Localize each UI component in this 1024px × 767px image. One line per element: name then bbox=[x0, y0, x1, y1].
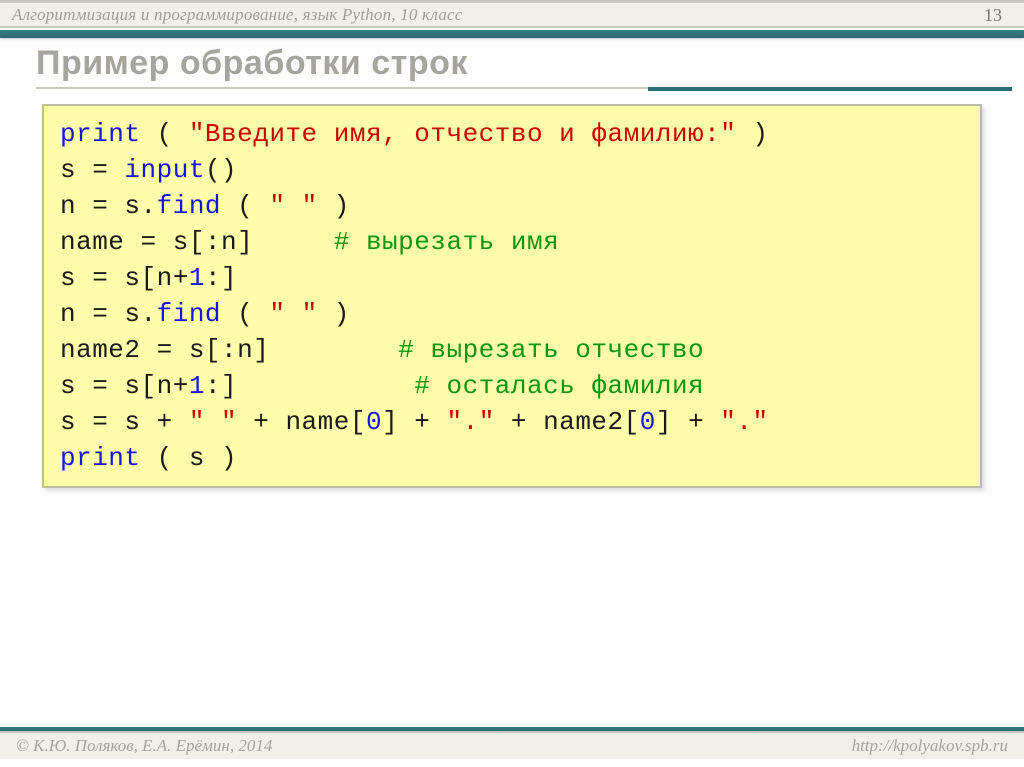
str-literal: "Введите имя, отчество и фамилию:" bbox=[189, 119, 737, 149]
code-text: + name[ bbox=[237, 407, 366, 437]
code-text: s = s[n+ bbox=[60, 371, 189, 401]
str-literal: " " bbox=[189, 407, 237, 437]
code-text: ) bbox=[318, 191, 350, 221]
code-text: n = s. bbox=[60, 299, 157, 329]
decoration-teal-bar bbox=[0, 30, 1024, 38]
num-literal: 1 bbox=[189, 263, 205, 293]
code-text: n = s. bbox=[60, 191, 157, 221]
code-text: ] + bbox=[382, 407, 446, 437]
num-literal: 0 bbox=[366, 407, 382, 437]
code-text: ) bbox=[736, 119, 768, 149]
code-text: s = s[n+ bbox=[60, 263, 189, 293]
kw-print: print bbox=[60, 443, 141, 473]
kw-input: input bbox=[124, 155, 205, 185]
title-block: Пример обработки строк bbox=[36, 44, 1004, 83]
title-underline-bold bbox=[648, 87, 1012, 91]
code-text: () bbox=[205, 155, 237, 185]
code-text: ( bbox=[221, 299, 269, 329]
code-text: ( bbox=[141, 443, 189, 473]
footer-copyright: © К.Ю. Поляков, Е.А. Ерёмин, 2014 bbox=[16, 736, 272, 756]
comment: # осталась фамилия bbox=[414, 371, 704, 401]
code-text: :] bbox=[205, 371, 237, 401]
code-text: + name2[ bbox=[495, 407, 640, 437]
code-text: ) bbox=[318, 299, 350, 329]
code-text: :] bbox=[205, 263, 237, 293]
fn-find: find bbox=[157, 191, 221, 221]
code-text: name = s[:n] bbox=[60, 227, 253, 257]
course-title: Алгоритмизация и программирование, язык … bbox=[12, 5, 463, 25]
comment: # вырезать отчество bbox=[398, 335, 704, 365]
slide-footer: © К.Ю. Поляков, Е.А. Ерёмин, 2014 http:/… bbox=[0, 731, 1024, 759]
kw-print: print bbox=[60, 119, 141, 149]
num-literal: 0 bbox=[640, 407, 656, 437]
slide-root: Алгоритмизация и программирование, язык … bbox=[0, 0, 1024, 767]
slide-title: Пример обработки строк bbox=[36, 44, 1004, 83]
slide-header: Алгоритмизация и программирование, язык … bbox=[0, 3, 1024, 28]
comment: # вырезать имя bbox=[334, 227, 559, 257]
code-text: s bbox=[189, 443, 205, 473]
str-literal: "." bbox=[447, 407, 495, 437]
code-block: print ( "Введите имя, отчество и фамилию… bbox=[42, 104, 982, 488]
code-text: ( bbox=[141, 119, 189, 149]
code-text: s = s + bbox=[60, 407, 189, 437]
str-literal: " " bbox=[269, 191, 317, 221]
code-text: ) bbox=[205, 443, 237, 473]
code-text: ] + bbox=[656, 407, 720, 437]
code-text: name2 = s[:n] bbox=[60, 335, 269, 365]
code-text: ( bbox=[221, 191, 269, 221]
num-literal: 1 bbox=[189, 371, 205, 401]
footer-url: http://kpolyakov.spb.ru bbox=[852, 736, 1008, 756]
page-number: 13 bbox=[984, 5, 1002, 26]
str-literal: "." bbox=[720, 407, 768, 437]
code-text: s = bbox=[60, 155, 124, 185]
fn-find: find bbox=[157, 299, 221, 329]
str-literal: " " bbox=[269, 299, 317, 329]
